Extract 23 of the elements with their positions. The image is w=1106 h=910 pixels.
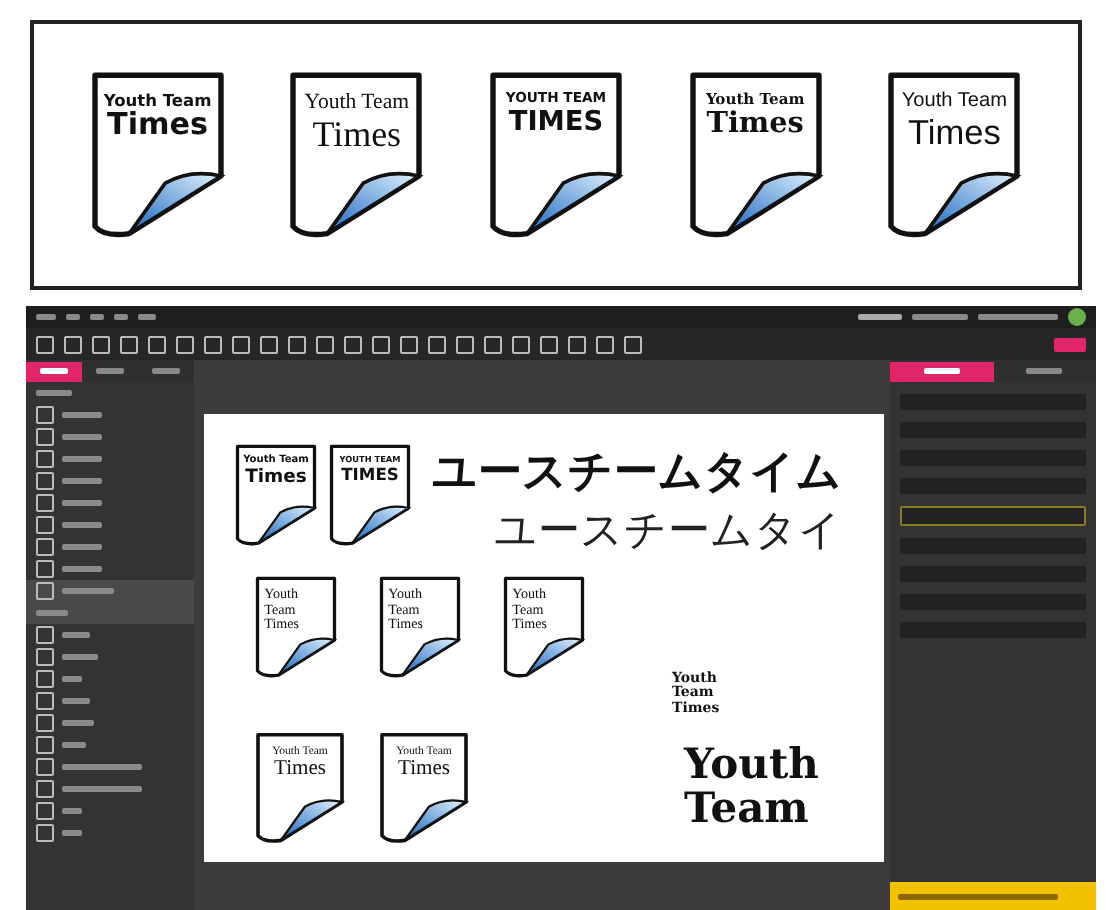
logo-text: Youth Team xyxy=(684,742,819,831)
page-curl-icon xyxy=(232,442,320,548)
page-curl-icon xyxy=(252,574,340,680)
panel-tab[interactable] xyxy=(26,361,82,381)
logo-text: Youth Team Times xyxy=(101,92,214,142)
blurred-label xyxy=(36,610,68,616)
property-field[interactable] xyxy=(900,506,1086,526)
page-curl-icon xyxy=(376,574,464,680)
publish-button[interactable] xyxy=(1054,337,1086,351)
page-item[interactable] xyxy=(26,580,194,602)
page-curl-icon xyxy=(500,574,588,680)
heading-text: ユースチームタイ xyxy=(494,504,842,558)
logo-text: Youth Team Times xyxy=(302,92,412,154)
logo-text: Youth Team Times xyxy=(899,92,1010,151)
heading-text: ユースチームタイム xyxy=(432,446,842,502)
avatar-icon[interactable] xyxy=(1068,308,1086,326)
page-curl-icon xyxy=(882,68,1027,242)
page-curl-icon xyxy=(252,730,348,846)
page-curl-icon xyxy=(376,730,472,846)
page-curl-icon xyxy=(284,68,429,242)
panel-tab[interactable] xyxy=(890,361,993,381)
blurred-label xyxy=(36,390,72,396)
page-curl-icon xyxy=(326,442,414,548)
